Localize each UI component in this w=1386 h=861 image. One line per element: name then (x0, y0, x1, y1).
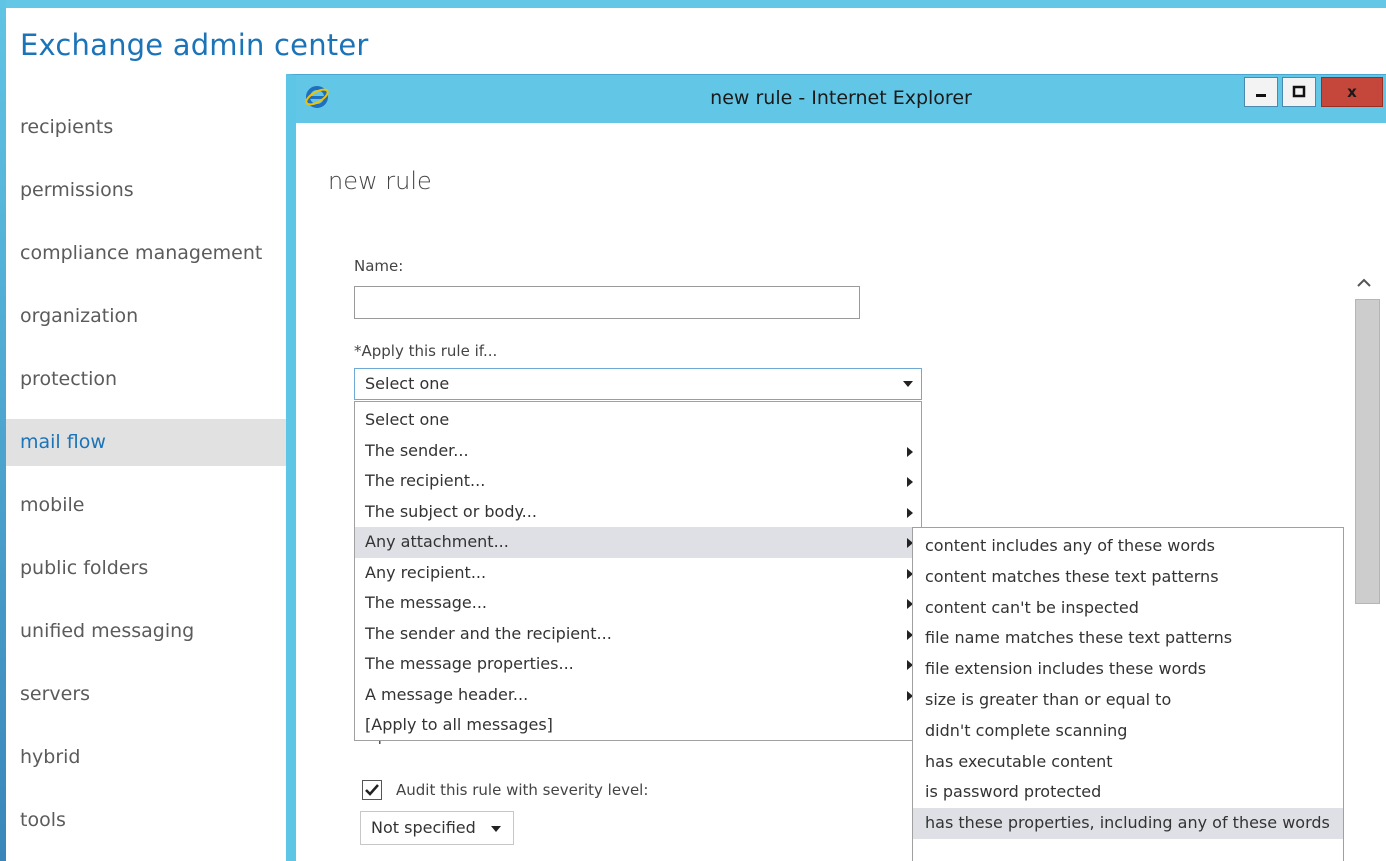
nav-item-mail-flow[interactable]: mail flow (6, 419, 288, 466)
checkmark-icon (365, 784, 379, 796)
menu-item-message-header[interactable]: A message header... (355, 680, 921, 711)
nav-item-recipients[interactable]: recipients (6, 96, 288, 159)
nav-item-compliance-management[interactable]: compliance management (6, 222, 288, 285)
menu-item-recipient[interactable]: The recipient... (355, 466, 921, 497)
submenu-item-content-includes-words[interactable]: content includes any of these words (913, 531, 1343, 562)
nav-item-unified-messaging[interactable]: unified messaging (6, 600, 288, 663)
menu-item-message[interactable]: The message... (355, 588, 921, 619)
nav-item-servers[interactable]: servers (6, 663, 288, 726)
chevron-right-icon (907, 446, 913, 457)
form-title: new rule (328, 167, 432, 195)
submenu-item-file-extension-includes[interactable]: file extension includes these words (913, 654, 1343, 685)
app-title: Exchange admin center (20, 28, 369, 62)
submenu-item-content-matches-patterns[interactable]: content matches these text patterns (913, 562, 1343, 593)
menu-item-any-recipient[interactable]: Any recipient... (355, 558, 921, 589)
nav-item-mobile[interactable]: mobile (6, 474, 288, 537)
chevron-right-icon (907, 507, 913, 518)
menu-item-apply-to-all[interactable]: [Apply to all messages] (355, 710, 921, 741)
minimize-button[interactable] (1244, 77, 1278, 107)
submenu-item-size-greater-than[interactable]: size is greater than or equal to (913, 685, 1343, 716)
submenu-item-has-executable-content[interactable]: has executable content (913, 747, 1343, 778)
submenu-item-file-name-matches[interactable]: file name matches these text patterns (913, 623, 1343, 654)
attachment-submenu: content includes any of these words cont… (912, 527, 1344, 861)
left-nav: recipients permissions compliance manage… (6, 96, 288, 852)
menu-item-sender[interactable]: The sender... (355, 436, 921, 467)
nav-item-public-folders[interactable]: public folders (6, 537, 288, 600)
name-input[interactable] (354, 286, 860, 319)
maximize-button[interactable] (1282, 77, 1316, 107)
name-label: Name: (354, 257, 404, 275)
nav-item-tools[interactable]: tools (6, 789, 288, 852)
condition-dropdown-menu: Select one The sender... The recipient..… (354, 401, 922, 741)
window-title: new rule - Internet Explorer (710, 87, 972, 109)
submenu-item-content-cant-be-inspected[interactable]: content can't be inspected (913, 593, 1343, 624)
condition-select-value: Select one (365, 374, 450, 393)
menu-item-sender-and-recipient[interactable]: The sender and the recipient... (355, 619, 921, 650)
minimize-icon (1256, 94, 1266, 97)
window-titlebar[interactable]: new rule - Internet Explorer x (296, 75, 1386, 123)
close-button[interactable]: x (1321, 77, 1383, 107)
nav-item-permissions[interactable]: permissions (6, 159, 288, 222)
submenu-item-didnt-complete-scanning[interactable]: didn't complete scanning (913, 716, 1343, 747)
chevron-down-icon (903, 381, 913, 387)
audit-checkbox[interactable] (362, 780, 382, 800)
condition-select[interactable]: Select one (354, 368, 922, 400)
audit-label: Audit this rule with severity level: (396, 781, 649, 799)
apply-rule-label: *Apply this rule if... (354, 342, 498, 360)
severity-select[interactable]: Not specified (360, 811, 514, 845)
dialog-content: new rule Name: *Apply this rule if... Se… (296, 123, 1386, 861)
menu-item-subject-or-body[interactable]: The subject or body... (355, 497, 921, 528)
maximize-icon (1292, 85, 1306, 98)
nav-item-hybrid[interactable]: hybrid (6, 726, 288, 789)
submenu-item-has-properties[interactable]: has these properties, including any of t… (913, 808, 1343, 839)
chevron-right-icon (907, 477, 913, 487)
menu-item-any-attachment[interactable]: Any attachment... (355, 527, 921, 558)
chevron-down-icon (491, 826, 501, 832)
new-rule-dialog: new rule - Internet Explorer x new rule … (286, 74, 1386, 861)
nav-item-organization[interactable]: organization (6, 285, 288, 348)
severity-select-value: Not specified (371, 818, 476, 837)
submenu-item-password-protected[interactable]: is password protected (913, 777, 1343, 808)
nav-item-protection[interactable]: protection (6, 348, 288, 411)
menu-item-message-properties[interactable]: The message properties... (355, 649, 921, 680)
chevron-up-icon[interactable] (1354, 273, 1374, 293)
scrollbar-thumb[interactable] (1355, 299, 1380, 604)
menu-item-select-one[interactable]: Select one (355, 405, 921, 436)
top-accent-strip (0, 0, 1386, 8)
